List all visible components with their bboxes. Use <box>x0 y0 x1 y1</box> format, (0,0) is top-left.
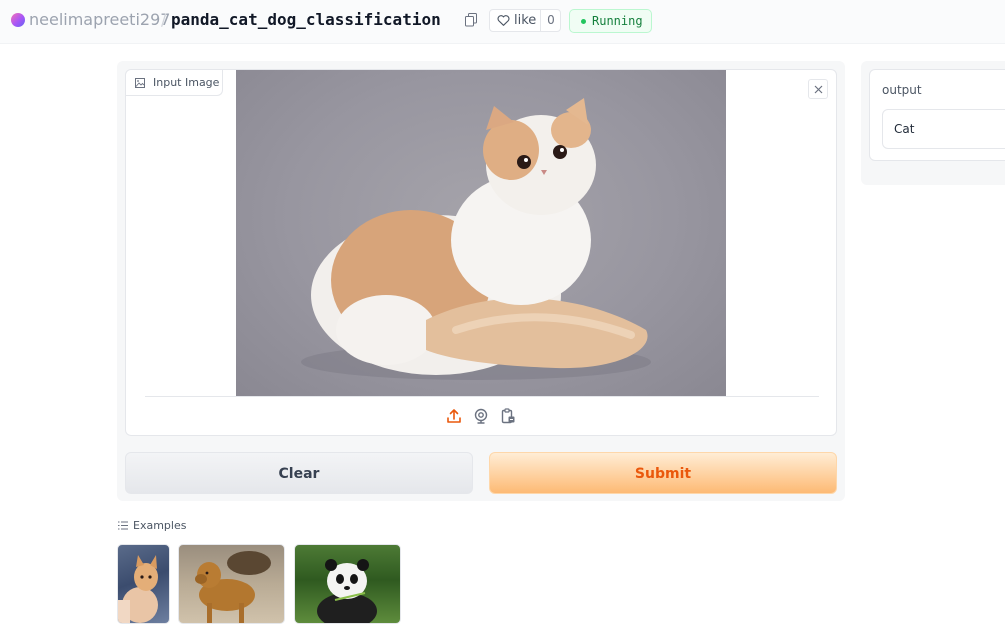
clipboard-icon[interactable] <box>500 408 516 424</box>
like-count[interactable]: 0 <box>540 10 561 31</box>
clear-button[interactable]: Clear <box>125 452 473 494</box>
cat-thumbnail-image <box>118 555 158 623</box>
example-thumbnail-cat[interactable] <box>117 544 170 624</box>
image-input-block[interactable]: Input Image <box>125 69 837 436</box>
example-thumbnail-panda[interactable] <box>294 544 401 624</box>
owner-link[interactable]: neelimapreeti297 <box>29 10 170 30</box>
output-value: Cat <box>894 122 915 136</box>
status-text: Running <box>592 14 643 28</box>
uploaded-cat-image <box>236 70 726 396</box>
like-button[interactable]: like 0 <box>489 9 561 32</box>
status-dot-icon <box>581 19 586 24</box>
clear-image-button[interactable] <box>808 79 828 99</box>
heart-icon <box>497 15 510 26</box>
source-divider <box>145 396 819 397</box>
upload-icon[interactable] <box>446 408 462 424</box>
webcam-icon[interactable] <box>473 408 489 424</box>
dog-thumbnail-image <box>195 551 271 623</box>
list-icon <box>118 521 128 530</box>
image-icon <box>135 78 145 88</box>
owner-avatar[interactable] <box>11 13 25 27</box>
examples-label: Examples <box>133 519 187 532</box>
copy-icon[interactable] <box>465 13 477 27</box>
output-label: output <box>882 83 922 97</box>
output-textbox[interactable]: Cat <box>882 109 1005 149</box>
panda-thumbnail-image <box>317 559 377 623</box>
cat-illustration <box>301 98 651 380</box>
input-image-label-text: Input Image <box>153 76 220 89</box>
example-thumbnail-dog[interactable] <box>178 544 285 624</box>
status-badge: Running <box>569 9 652 33</box>
close-icon <box>814 85 823 94</box>
path-separator: / <box>161 10 167 29</box>
submit-button[interactable]: Submit <box>489 452 837 494</box>
space-header: neelimapreeti297 / panda_cat_dog_classif… <box>0 0 1005 44</box>
repo-name-link[interactable]: panda_cat_dog_classification <box>171 10 441 30</box>
like-label: like <box>514 13 537 28</box>
input-image-label: Input Image <box>126 70 223 96</box>
output-block: output Cat <box>869 69 1005 161</box>
